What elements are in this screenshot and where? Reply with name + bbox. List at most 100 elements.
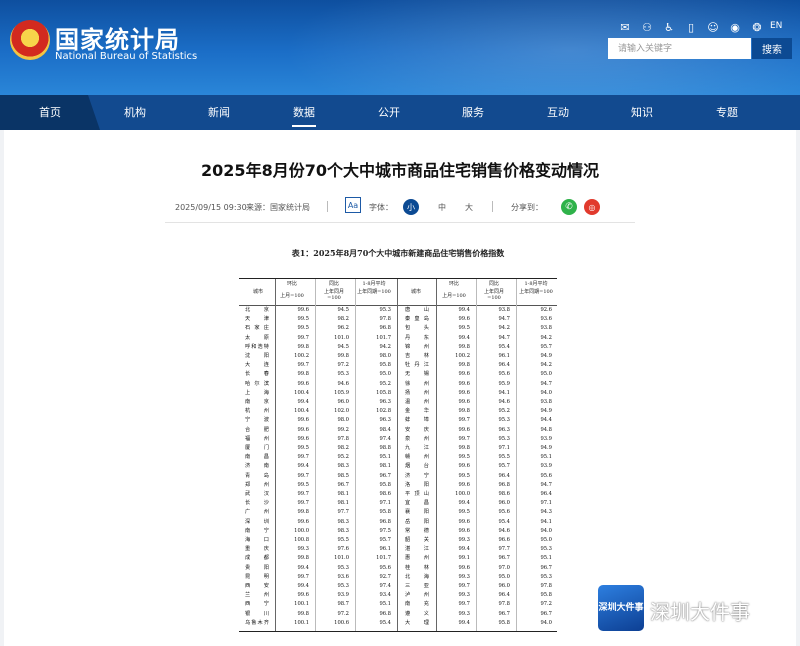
mom-cell: 99.4	[297, 463, 309, 470]
ytd-cell: 97.8	[540, 583, 552, 589]
search-input[interactable]	[608, 38, 751, 59]
mom-cell: 99.7	[297, 334, 309, 341]
table-row: 武 汉 99.7 98.1 98.6 平顶山 100.0 98.6 96.4	[239, 491, 557, 498]
table-row: 西 宁 100.1 98.7 95.1 南 充 99.7 97.8 97.2	[239, 601, 557, 608]
yoy-cell: 96.7	[498, 555, 510, 562]
nav-item-public[interactable]: 公开	[359, 95, 419, 130]
mom-cell: 99.6	[458, 518, 470, 525]
elder-mode-icon[interactable]: ☺	[702, 20, 724, 34]
mom-cell: 99.7	[458, 583, 470, 589]
city-cell: 武 汉	[245, 491, 269, 497]
mom-cell: 99.7	[297, 362, 309, 369]
header-mom-base-right: 上月=100	[442, 293, 466, 299]
mail-icon[interactable]: ✉	[614, 20, 636, 34]
wechat-icon[interactable]: ❂	[746, 20, 768, 34]
ytd-cell: 95.1	[379, 454, 391, 461]
city-cell: 北 海	[405, 573, 429, 580]
city-cell: 徐 州	[405, 380, 429, 387]
header-ytd-base-left: 上年同期=100	[357, 289, 391, 295]
table-row: 昆 明 99.7 93.6 92.7 北 海 99.3 95.0 95.3	[239, 574, 557, 581]
city-cell: 广 州	[245, 509, 269, 516]
ytd-cell: 94.2	[540, 334, 552, 341]
top-icon-bar: ✉ ⚇ ♿ ▯ ☺ ◉ ❂	[614, 20, 768, 34]
city-cell: 牡丹江	[405, 362, 429, 369]
mom-cell: 100.0	[294, 527, 309, 534]
ytd-cell: 95.0	[540, 537, 552, 543]
table-row: 呼和浩特 99.8 94.5 94.2 锦 州 99.8 95.4 95.7	[239, 344, 557, 351]
site-logo-cn[interactable]: 国家统计局	[55, 20, 180, 55]
yoy-cell: 95.6	[498, 371, 510, 378]
table-row: 哈尔滨 99.6 94.6 95.2 徐 州 99.6 95.9 94.7	[239, 381, 557, 388]
yoy-cell: 97.1	[498, 445, 510, 451]
mom-cell: 99.3	[458, 573, 470, 580]
ytd-cell: 94.2	[540, 362, 552, 369]
table-row: 合 肥 99.6 99.2 98.4 安 庆 99.6 96.3 94.8	[239, 427, 557, 434]
ytd-cell: 94.2	[379, 343, 391, 350]
table-row: 银 川 99.8 97.2 96.8 遵 义 99.3 96.7 96.7	[239, 611, 557, 618]
mom-cell: 99.7	[297, 472, 309, 479]
search-button[interactable]: 搜索	[752, 38, 792, 59]
city-cell: 桂 林	[405, 564, 429, 571]
mom-cell: 99.6	[297, 592, 309, 599]
city-cell: 南 宁	[245, 527, 269, 534]
city-cell: 昆 明	[245, 573, 269, 580]
weibo-icon[interactable]: ◉	[724, 20, 746, 34]
yoy-cell: 98.5	[337, 472, 349, 479]
mom-cell: 99.5	[458, 509, 470, 516]
ytd-cell: 101.7	[376, 334, 391, 341]
yoy-cell: 98.2	[337, 445, 349, 451]
nav-item-home[interactable]: 首页	[20, 95, 80, 130]
nav-item-news[interactable]: 新闻	[189, 95, 249, 130]
city-cell: 九 江	[405, 445, 429, 451]
ytd-cell: 96.4	[540, 491, 552, 497]
font-large-button[interactable]: 大	[465, 199, 473, 215]
city-cell: 秦皇岛	[405, 316, 429, 323]
accessibility-icon[interactable]: ♿	[658, 20, 680, 34]
nav-item-institution[interactable]: 机构	[105, 95, 165, 130]
national-emblem-icon[interactable]	[10, 20, 50, 60]
yoy-cell: 95.6	[498, 509, 510, 516]
yoy-cell: 96.4	[498, 472, 510, 479]
mom-cell: 99.4	[458, 546, 470, 553]
user-icon[interactable]: ⚇	[636, 20, 658, 34]
table-caption: 表1：2025年8月70个大中城市新建商品住宅销售价格指数	[291, 248, 505, 258]
yoy-cell: 99.2	[337, 426, 349, 433]
mom-cell: 99.8	[458, 408, 470, 415]
city-cell: 石家庄	[245, 325, 269, 332]
ytd-cell: 93.9	[540, 435, 552, 442]
yoy-cell: 94.1	[498, 389, 510, 396]
table-row: 厦 门 99.5 98.2 98.8 九 江 99.8 97.1 94.9	[239, 445, 557, 452]
yoy-cell: 98.1	[337, 491, 349, 497]
nav-item-data[interactable]: 数据	[274, 95, 334, 130]
nav-item-knowledge[interactable]: 知识	[612, 95, 672, 130]
ytd-cell: 95.0	[540, 371, 552, 378]
table-row: 济 南 99.4 98.3 98.1 烟 台 99.6 95.7 93.9	[239, 463, 557, 470]
mom-cell: 99.6	[458, 426, 470, 433]
site-logo-en[interactable]: National Bureau of Statistics	[55, 51, 197, 62]
language-switch[interactable]: EN	[770, 21, 782, 31]
share-weibo-icon[interactable]: ◎	[584, 199, 600, 215]
font-medium-button[interactable]: 中	[438, 199, 446, 215]
mom-cell: 100.2	[455, 353, 470, 359]
ytd-cell: 93.8	[540, 399, 552, 405]
mobile-icon[interactable]: ▯	[680, 20, 702, 34]
ytd-cell: 101.7	[376, 555, 391, 562]
ytd-cell: 92.7	[379, 573, 391, 580]
ytd-cell: 93.4	[379, 592, 391, 599]
city-cell: 长 沙	[245, 500, 269, 507]
share-wechat-icon[interactable]: ✆	[561, 199, 577, 215]
header-ytd-base-right: 上年同期=100	[519, 289, 553, 295]
nav-item-interaction[interactable]: 互动	[528, 95, 588, 130]
mom-cell: 99.5	[458, 454, 470, 461]
yoy-cell: 95.5	[337, 537, 349, 543]
mom-cell: 99.4	[297, 399, 309, 405]
nav-item-topics[interactable]: 专题	[697, 95, 757, 130]
mom-cell: 99.5	[297, 316, 309, 323]
table-row: 广 州 99.8 97.7 95.8 襄 阳 99.5 95.6 94.3	[239, 509, 557, 516]
city-cell: 天 津	[245, 316, 269, 323]
table-row: 长 沙 99.7 98.1 97.1 宜 昌 99.4 96.0 97.1	[239, 500, 557, 507]
nav-item-service[interactable]: 服务	[443, 95, 503, 130]
table-row: 西 安 99.4 95.3 97.4 三 亚 99.7 96.0 97.8	[239, 583, 557, 590]
ytd-cell: 97.8	[379, 316, 391, 323]
font-small-button[interactable]: 小	[403, 199, 419, 215]
